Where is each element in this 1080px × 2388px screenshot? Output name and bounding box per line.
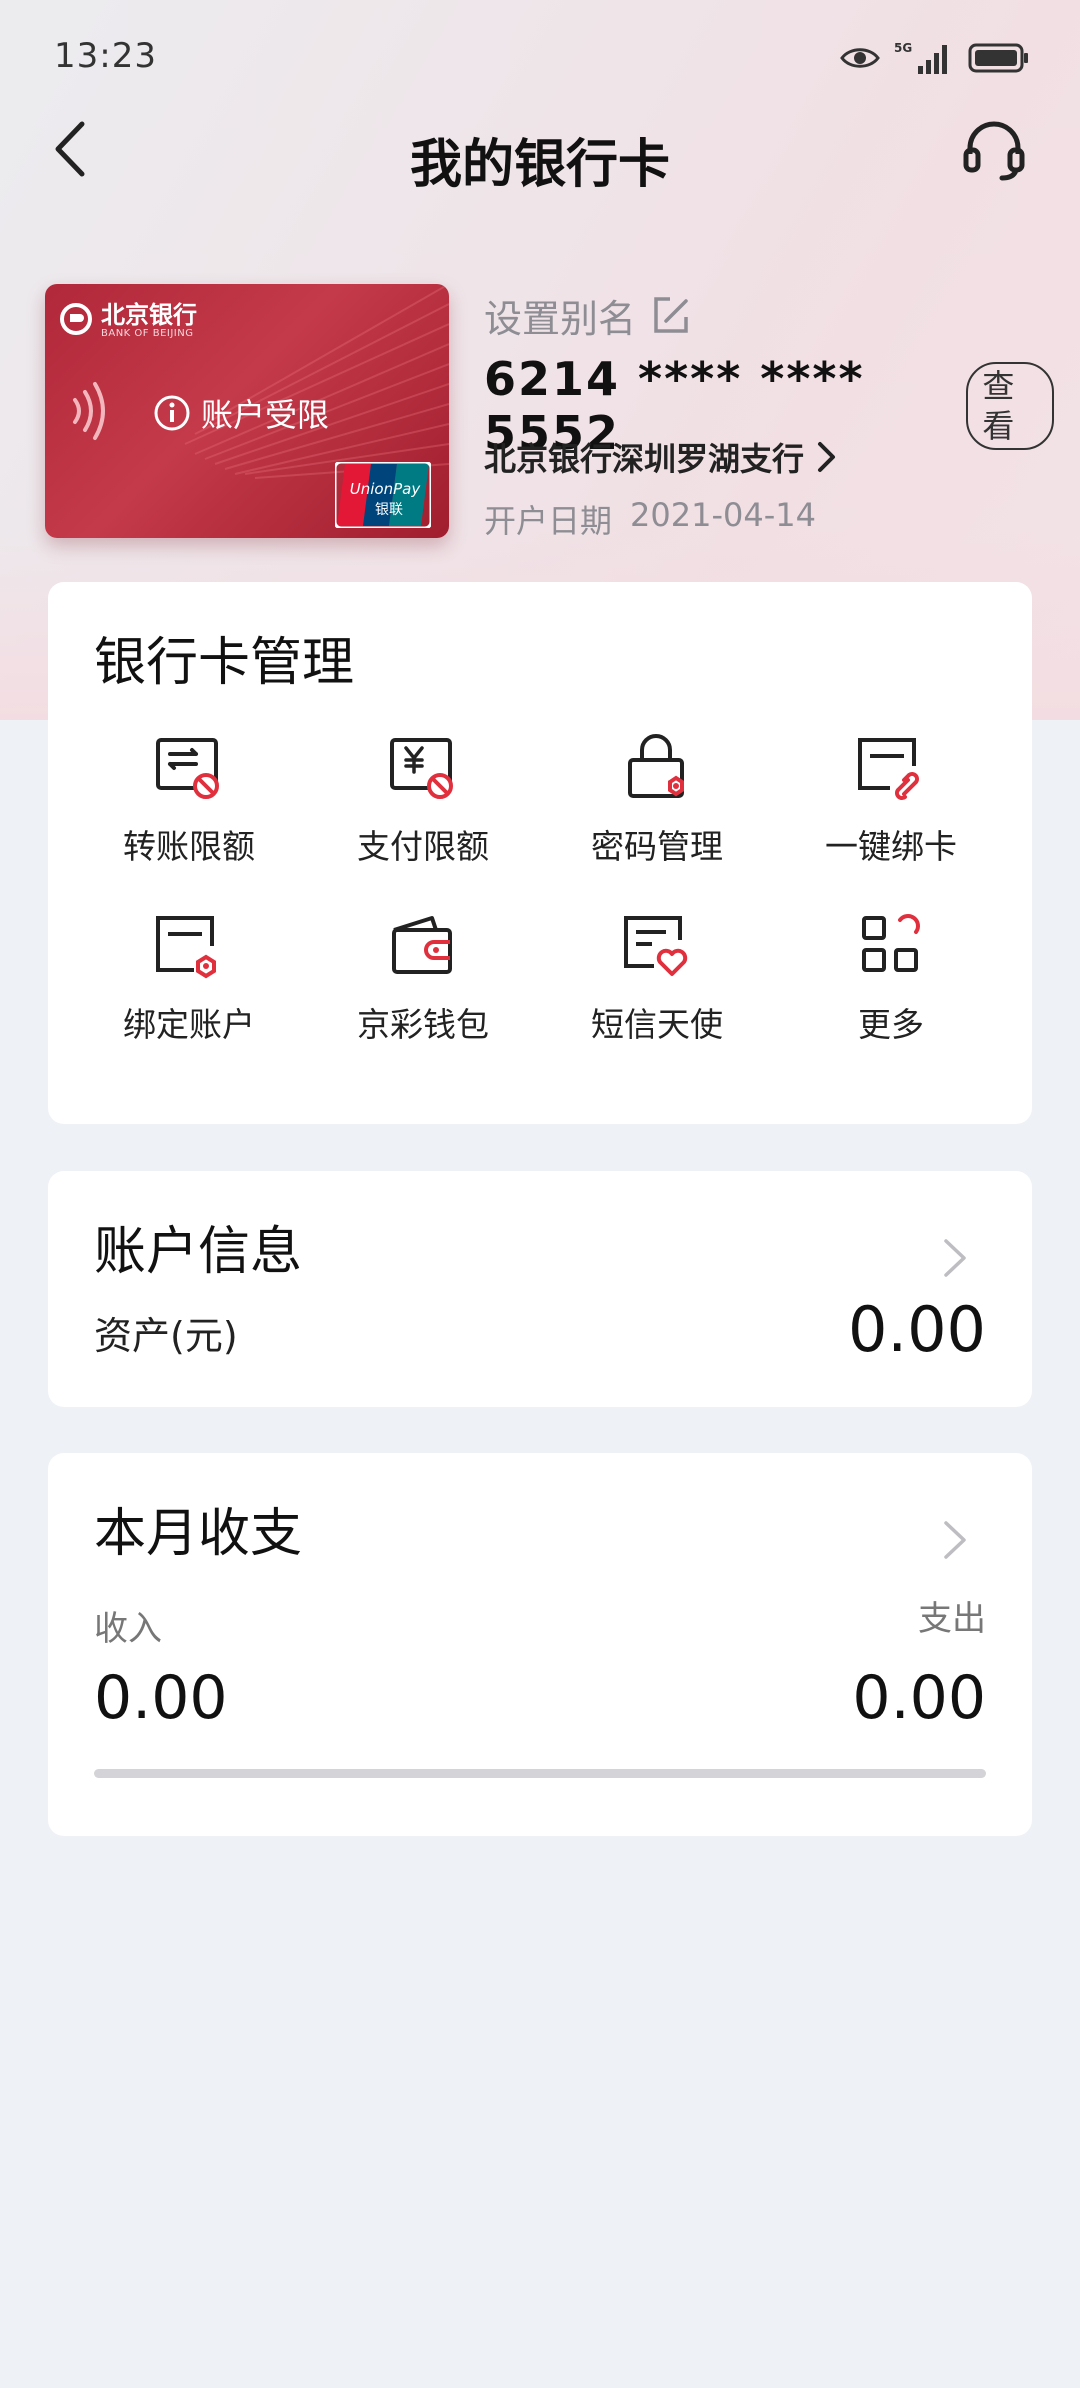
customer-service-button[interactable]: [962, 118, 1032, 188]
card-management-title: 银行卡管理: [94, 633, 355, 693]
bank-card[interactable]: 北京银行 BANK OF BEIJING 账户受限 UnionPay 银联: [45, 284, 449, 538]
edit-icon: [654, 296, 688, 333]
wallet-label: 京彩钱包: [357, 1005, 489, 1044]
transfer-limit-icon: [156, 738, 219, 799]
more-grid-icon: [862, 914, 920, 972]
status-icons: 5G: [840, 40, 1030, 76]
unionpay-cn-text: 银联: [375, 502, 403, 518]
sms-angel-button[interactable]: 短信天使: [540, 910, 774, 1046]
open-date-label: 开户日期: [484, 502, 613, 540]
income-value: 0.00: [94, 1663, 228, 1733]
sms-angel-label: 短信天使: [591, 1005, 723, 1044]
open-date-value: 2021-04-14: [630, 496, 816, 534]
network-type-label: 5G: [894, 41, 912, 55]
asset-label: 资产(元): [94, 1314, 238, 1358]
bank-name: 北京银行: [101, 301, 197, 329]
bank-name-en: BANK OF BEIJING: [101, 328, 194, 339]
monthly-summary-panel[interactable]: 本月收支 收入 支出 0.00 0.00: [48, 1453, 1032, 1836]
transfer-limit-label: 转账限额: [123, 827, 255, 866]
payment-limit-button[interactable]: 支付限额: [306, 732, 540, 868]
branch-name: 北京银行深圳罗湖支行: [484, 440, 805, 478]
unionpay-logo: UnionPay 银联: [335, 462, 431, 528]
transfer-limit-button[interactable]: 转账限额: [72, 732, 306, 868]
quick-bind-card-button[interactable]: 一键绑卡: [774, 732, 1008, 868]
password-lock-icon: [628, 734, 684, 798]
wallet-button[interactable]: 京彩钱包: [306, 910, 540, 1046]
bind-account-label: 绑定账户: [123, 1005, 255, 1044]
more-button[interactable]: 更多: [774, 910, 1008, 1046]
asset-value: 0.00: [847, 1293, 986, 1366]
headset-icon: [963, 121, 1025, 181]
chevron-right-icon: [944, 1521, 966, 1559]
contactless-icon: [73, 382, 105, 440]
quick-bind-card-label: 一键绑卡: [825, 827, 957, 866]
battery-icon: [968, 43, 1028, 73]
income-label: 收入: [94, 1609, 162, 1649]
set-alias-button[interactable]: 设置别名: [484, 288, 692, 343]
bind-account-button[interactable]: 绑定账户: [72, 910, 306, 1046]
monthly-summary-title: 本月收支: [94, 1504, 303, 1564]
card-details: 设置别名 6214 **** **** 5552 查看 北京银行深圳罗湖支行 开…: [484, 282, 1054, 542]
page-title: 我的银行卡: [409, 135, 670, 195]
expense-value: 0.00: [852, 1663, 986, 1733]
open-date: 开户日期 2021-04-14: [484, 496, 816, 542]
card-management-grid: 转账限额 支付限额 密码管理 一键绑卡 绑定账户 京彩钱包 短信天使 更多: [72, 732, 1008, 1046]
status-bar: 13:23 5G: [0, 0, 1080, 118]
wallet-icon: [392, 916, 452, 974]
branch-link[interactable]: 北京银行深圳罗湖支行: [484, 434, 838, 480]
bind-account-icon: [156, 916, 216, 979]
bank-logo: 北京银行 BANK OF BEIJING: [59, 302, 197, 340]
sms-icon: [624, 916, 688, 976]
alias-label: 设置别名: [484, 297, 637, 341]
income-expense-bar: [94, 1769, 986, 1778]
password-management-label: 密码管理: [591, 827, 723, 866]
bank-logo-icon: [60, 303, 92, 335]
unionpay-en-text: UnionPay: [350, 480, 422, 498]
expense-label: 支出: [918, 1599, 986, 1639]
account-info-title: 账户信息: [94, 1222, 303, 1282]
chevron-right-icon: [818, 442, 836, 472]
card-status-text: 账户受限: [201, 396, 330, 434]
info-icon: [154, 395, 190, 431]
password-management-button[interactable]: 密码管理: [540, 732, 774, 868]
status-time: 13:23: [54, 36, 157, 76]
payment-limit-label: 支付限额: [357, 827, 489, 866]
eye-icon: [840, 48, 880, 68]
chevron-right-icon: [944, 1239, 966, 1277]
view-card-number-button[interactable]: 查看: [966, 362, 1054, 450]
payment-limit-icon: [390, 738, 453, 799]
header: 我的银行卡: [0, 118, 1080, 258]
card-management-panel: 银行卡管理 转账限额 支付限额 密码管理 一键绑卡 绑定账户 京彩钱包 短信天使…: [48, 582, 1032, 1124]
account-info-panel[interactable]: 账户信息 资产(元) 0.00: [48, 1171, 1032, 1407]
bind-card-icon: [858, 738, 919, 800]
signal-icon: 5G: [894, 41, 947, 74]
card-status: 账户受限: [153, 390, 329, 436]
more-label: 更多: [858, 1005, 924, 1044]
